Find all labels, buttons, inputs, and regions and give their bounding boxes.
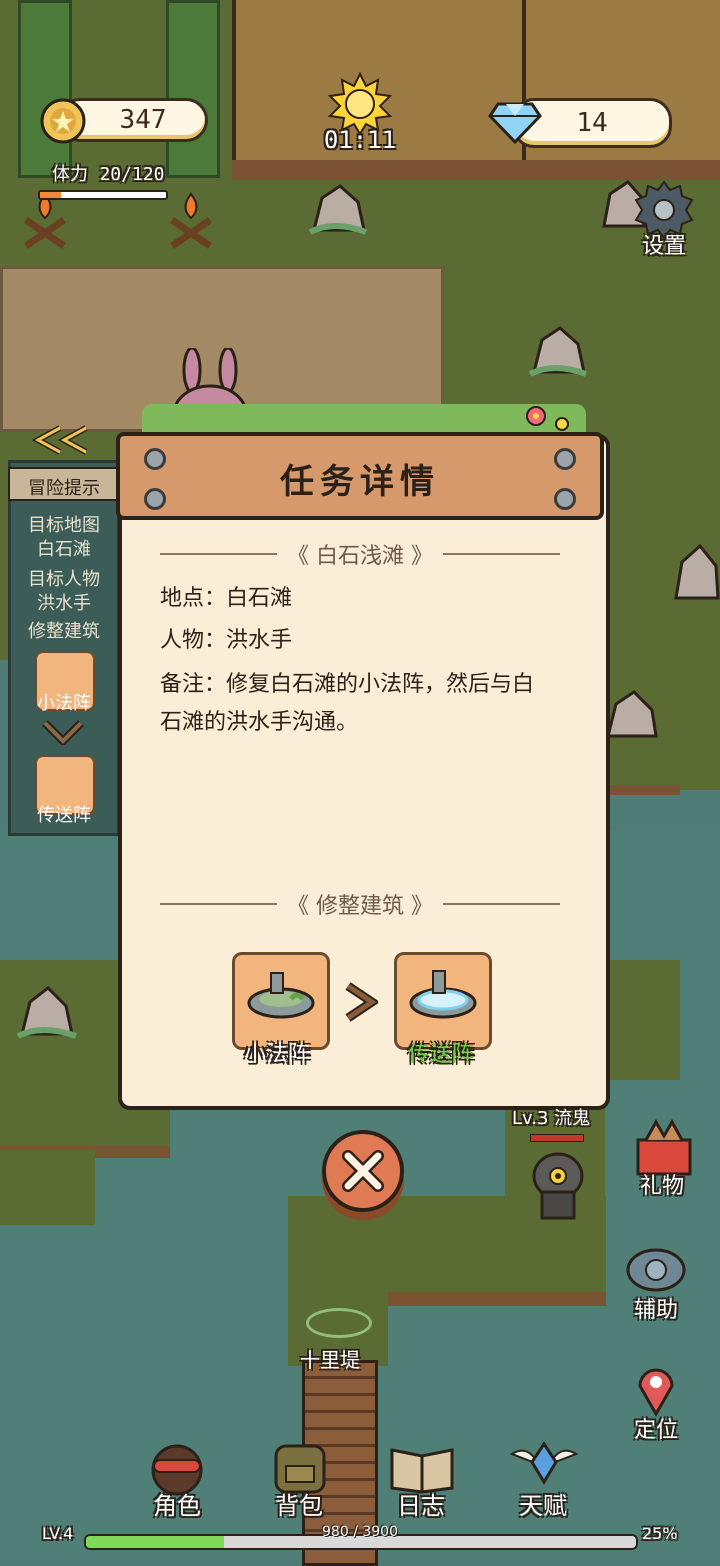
- hedge-left: [18, 0, 72, 178]
- nav-talent[interactable]: 天赋: [498, 1486, 588, 1521]
- campfire-icon: [170, 192, 212, 249]
- settings-label[interactable]: 设置: [624, 228, 704, 260]
- rock-icon: [606, 690, 658, 738]
- npc-row: 人物：洪水手: [160, 628, 293, 653]
- stamina-bar-fill: [40, 192, 62, 198]
- target-npc-value: 洪水手: [37, 593, 91, 614]
- target-npc-label: 目标人物: [28, 569, 100, 590]
- rock-icon: [528, 326, 588, 377]
- hedge-right: [166, 0, 220, 178]
- section-header-repair: 《 修整建筑 》: [150, 888, 570, 920]
- game-clock: 01:11: [323, 126, 397, 154]
- locate-label[interactable]: 定位: [616, 1412, 696, 1444]
- close-button[interactable]: [322, 1130, 404, 1212]
- from-building-label: 小法阵: [243, 1042, 310, 1067]
- player-level: LV.4: [42, 1524, 74, 1543]
- grass-strip: [600, 960, 680, 1080]
- location-row: 地点：白石滩: [160, 586, 293, 611]
- cliff-center: [388, 1292, 606, 1306]
- close-icon: [342, 1150, 384, 1192]
- rock-icon: [308, 184, 368, 235]
- rock-icon: [16, 986, 77, 1039]
- portal-marker[interactable]: [306, 1308, 372, 1338]
- repair-label: 修整建筑: [28, 621, 100, 642]
- hint-title: 冒险提示: [28, 478, 100, 499]
- nav-journal[interactable]: 日志: [376, 1486, 466, 1521]
- note-row: 备注：修复白石滩的小法阵，然后与白 石滩的洪水手沟通。: [160, 672, 535, 735]
- small-magic-circle-icon: [247, 972, 315, 1019]
- hint-item1-label: 小法阵: [37, 693, 91, 714]
- xp-progress: 980 / 3900: [322, 1524, 398, 1540]
- stamina-bar: [38, 190, 168, 200]
- xp-bar-fill: [86, 1536, 224, 1548]
- coin-icon: [40, 98, 86, 144]
- hint-item2-label: 传送阵: [37, 805, 91, 826]
- coin-value: 347: [119, 105, 167, 135]
- section-header-area-text: 《 白石浅滩 》: [287, 544, 434, 569]
- gamepad-icon[interactable]: [624, 1242, 688, 1298]
- enemy-health-bar: [530, 1134, 584, 1142]
- nav-bag[interactable]: 背包: [254, 1486, 344, 1521]
- teleport-circle-icon: [409, 970, 477, 1019]
- double-chevron-left-icon[interactable]: [30, 424, 92, 456]
- enemy-level-label: Lv.3 流鬼: [512, 1108, 591, 1129]
- diamond-icon: [488, 102, 542, 145]
- hint-title-bar: 冒险提示: [8, 467, 120, 501]
- location-pin-icon[interactable]: [634, 1362, 678, 1418]
- cliff-small: [600, 785, 680, 795]
- gift-label[interactable]: 礼物: [622, 1168, 702, 1200]
- cliff-edge: [232, 160, 530, 180]
- assist-label[interactable]: 辅助: [616, 1292, 696, 1324]
- arrow-right-icon: [345, 982, 378, 1022]
- grass-island-left2: [0, 1150, 95, 1225]
- nav-character[interactable]: 角色: [132, 1486, 222, 1521]
- place-label: 十里堤: [300, 1348, 360, 1372]
- section-header-repair-text: 《 修整建筑 》: [287, 894, 434, 919]
- target-map-label: 目标地图: [28, 515, 100, 536]
- arrow-down-icon: [42, 720, 84, 745]
- dialog-title: 任务详情: [280, 462, 440, 502]
- gem-value: 14: [576, 108, 608, 138]
- section-header-area: 《 白石浅滩 》: [150, 538, 570, 570]
- xp-percent: 25%: [642, 1524, 678, 1543]
- target-map-value: 白石滩: [37, 539, 91, 560]
- adventure-hint-panel: 冒险提示 目标地图 白石滩 目标人物 洪水手 修整建筑 小法阵 传送阵: [8, 460, 120, 836]
- flower-icon: [526, 406, 569, 431]
- ghost-enemy-icon[interactable]: [528, 1146, 588, 1226]
- stamina-label: 体力 20/120: [52, 164, 165, 185]
- rock-icon: [674, 543, 720, 600]
- winged-gem-icon[interactable]: [508, 1434, 580, 1494]
- dialog-title-plank: 任务详情: [116, 432, 604, 520]
- to-building-label: 传送阵: [407, 1042, 474, 1067]
